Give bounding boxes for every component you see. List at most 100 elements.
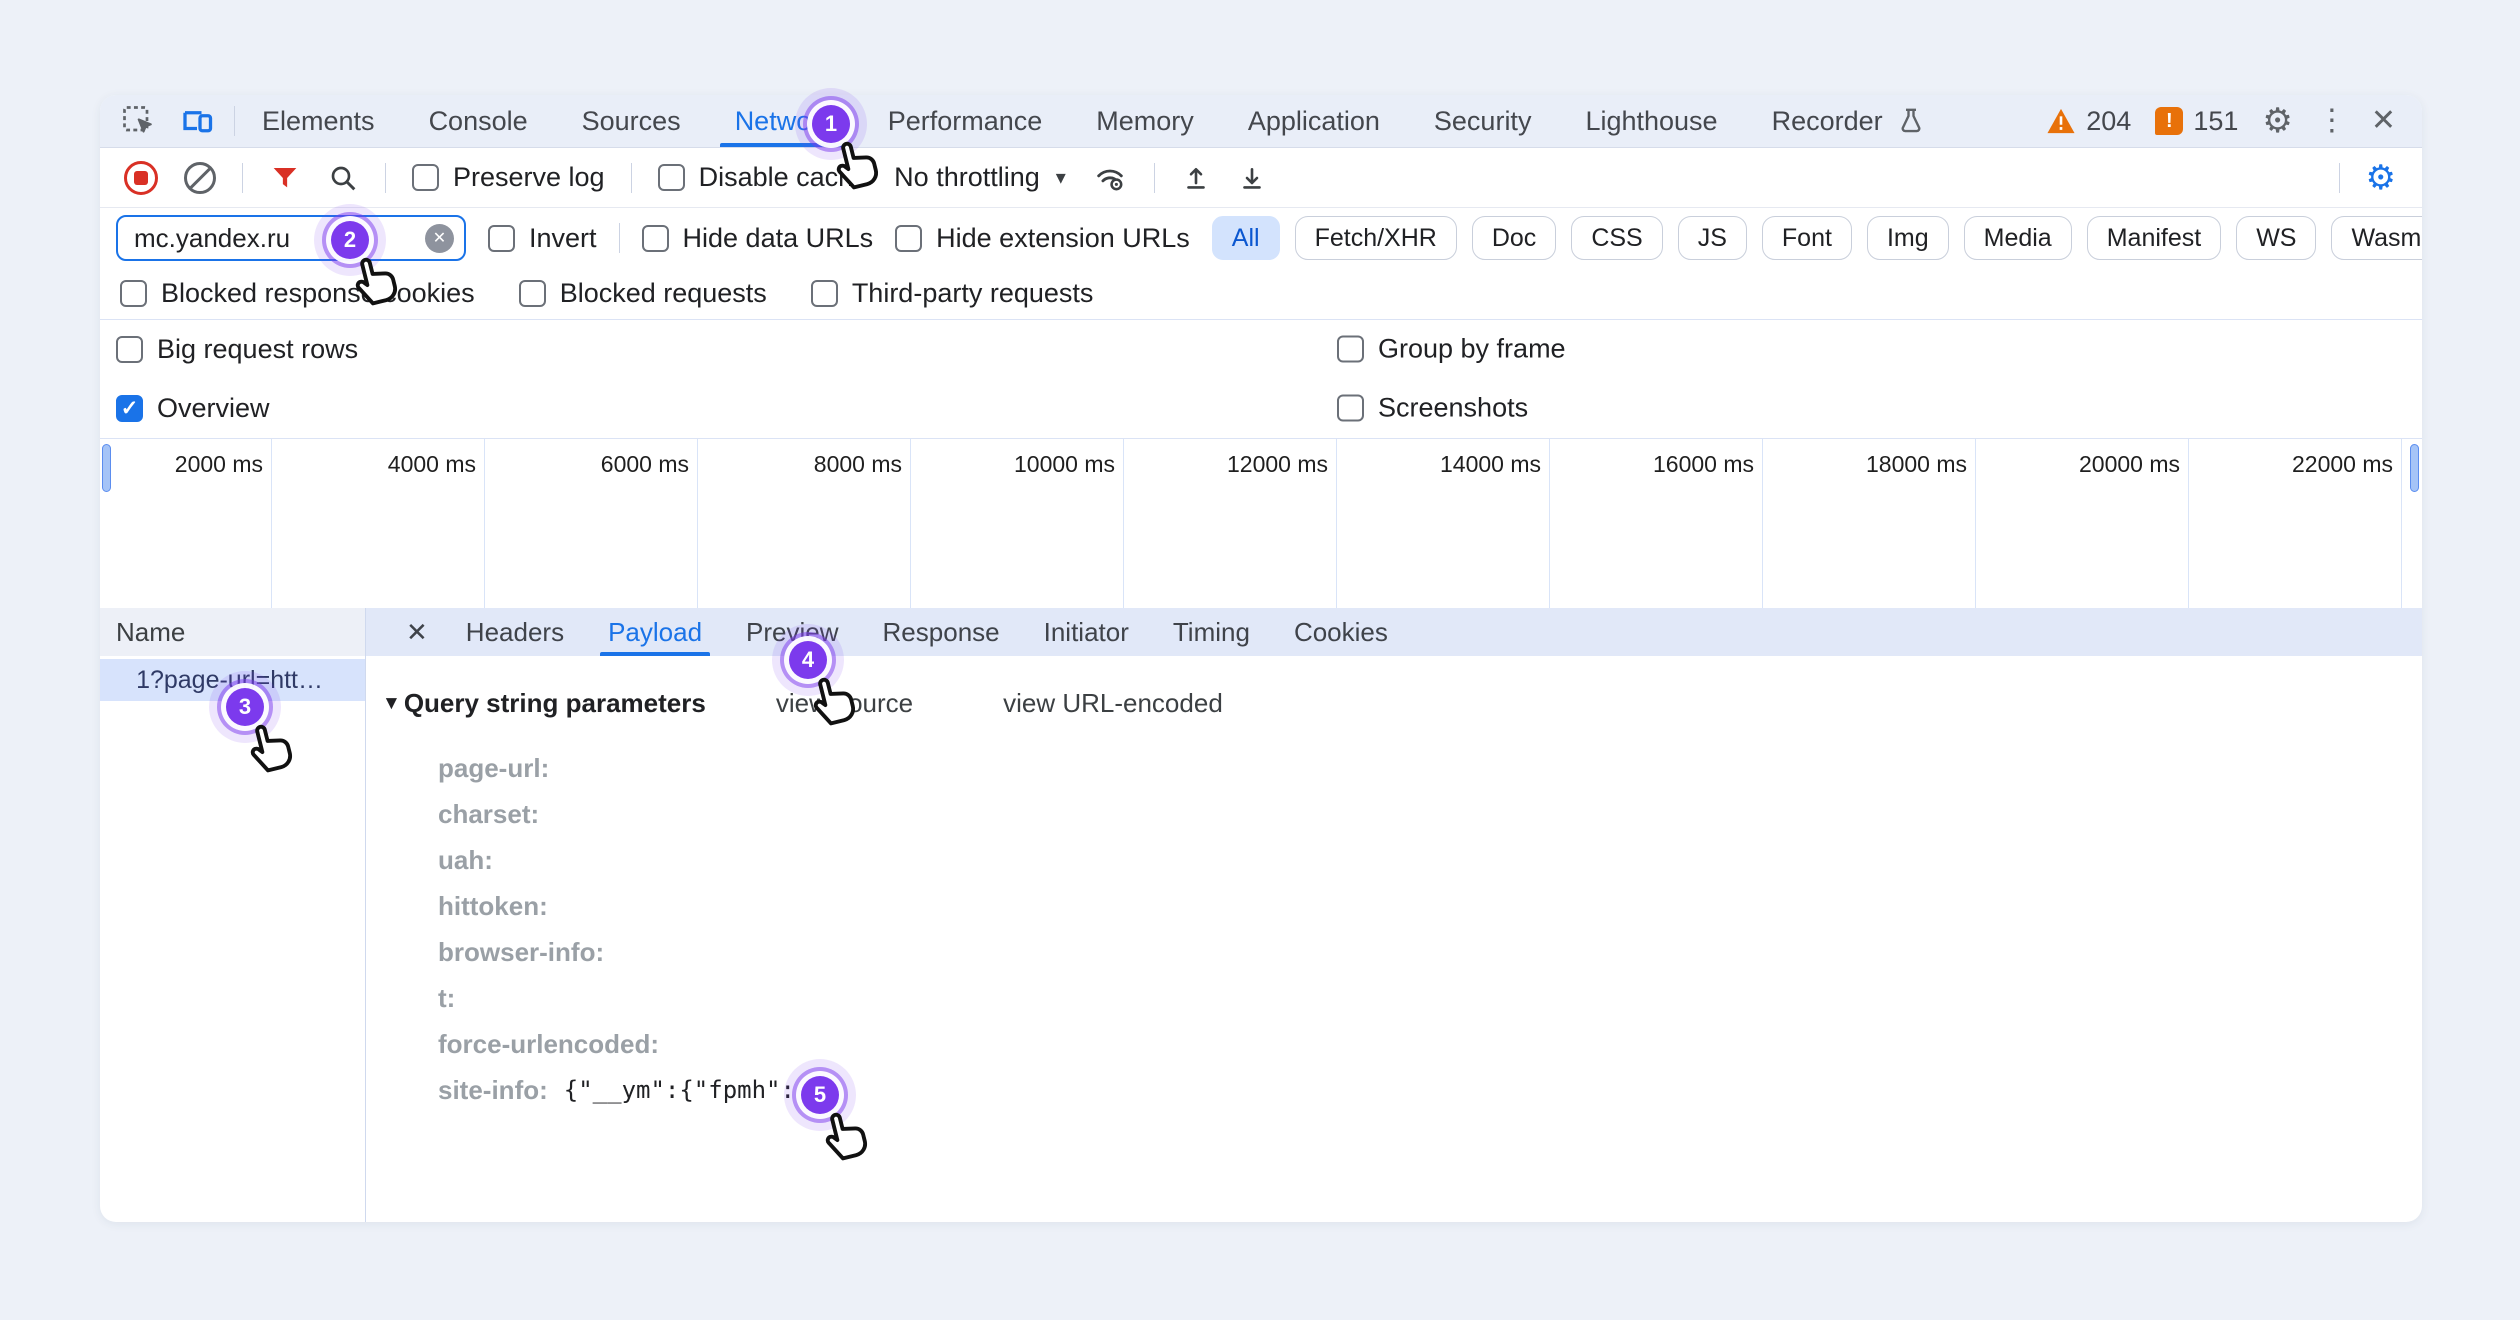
timeline-tick: 16000 ms <box>1550 439 1763 608</box>
view-url-encoded-link[interactable]: view URL-encoded <box>1003 688 1223 719</box>
close-devtools-icon[interactable]: ✕ <box>2371 106 2396 136</box>
network-settings-gear-icon[interactable]: ⚙ <box>2366 161 2396 195</box>
network-toolbar: Preserve log Disable cache No throttling… <box>100 148 2422 208</box>
preserve-log-checkbox[interactable]: Preserve log <box>412 162 605 193</box>
devtools-tab[interactable]: Elements <box>235 95 402 147</box>
resource-type-chip[interactable]: Font <box>1762 216 1852 260</box>
clear-network-log-icon[interactable] <box>184 162 216 194</box>
more-filters-row: Blocked response cookies Blocked request… <box>100 268 2422 320</box>
resource-type-chip[interactable]: Manifest <box>2087 216 2221 260</box>
clear-filter-icon[interactable]: ✕ <box>425 224 454 253</box>
param-name: uah: <box>438 845 493 876</box>
warning-icon <box>2046 107 2076 135</box>
settings-icon[interactable]: ⚙ <box>2262 104 2292 138</box>
issues-counter[interactable]: ! 151 <box>2155 106 2238 137</box>
request-list: 1?page-url=htt… <box>100 656 366 1222</box>
timeline-tick: 22000 ms <box>2189 439 2402 608</box>
timeline-tick: 8000 ms <box>698 439 911 608</box>
details-tab[interactable]: Headers <box>444 608 586 656</box>
timeline-tick: 18000 ms <box>1763 439 1976 608</box>
resource-type-chip[interactable]: WS <box>2236 216 2316 260</box>
param-name: t: <box>438 983 455 1014</box>
timeline-left-handle[interactable] <box>102 444 111 492</box>
search-icon[interactable] <box>327 162 359 194</box>
resource-type-chip[interactable]: Media <box>1964 216 2072 260</box>
console-warnings[interactable]: 204 <box>2046 106 2131 137</box>
hide-extension-urls-checkbox[interactable]: Hide extension URLs <box>895 223 1190 254</box>
request-details-tabbar: ✕ Headers Payload Preview Respon <box>366 608 2422 656</box>
devtools-tab[interactable]: Memory <box>1069 95 1221 147</box>
query-param-row: page-url: <box>382 745 2422 791</box>
record-network-log-button[interactable] <box>124 161 158 195</box>
screenshots-checkbox[interactable]: Screenshots <box>1337 393 1528 424</box>
resource-type-chip[interactable]: Doc <box>1472 216 1556 260</box>
network-conditions-icon[interactable] <box>1092 161 1128 195</box>
network-overview-timeline[interactable]: 2000 ms 4000 ms 6000 ms 8000 ms 10000 ms <box>100 438 2422 608</box>
devtools-tab[interactable]: Application <box>1221 95 1407 147</box>
timeline-tick: 12000 ms <box>1124 439 1337 608</box>
devtools-tab[interactable]: Recorder <box>1745 95 1910 147</box>
param-name: force-urlencoded: <box>438 1029 659 1060</box>
param-name: site-info: <box>438 1075 548 1106</box>
details-tab[interactable]: Timing <box>1151 608 1272 656</box>
query-param-row: t: <box>382 975 2422 1021</box>
details-tab[interactable]: Cookies <box>1272 608 1410 656</box>
query-param-row: force-urlencoded: <box>382 1021 2422 1067</box>
request-table-head: Name ✕ Headers Payload Preview <box>100 608 2422 656</box>
query-param-row: uah: <box>382 837 2422 883</box>
throttling-select[interactable]: No throttling ▾ <box>894 162 1066 193</box>
resource-type-chip[interactable]: Img <box>1867 216 1949 260</box>
request-table-body: 1?page-url=htt… ▼ Query string parameter… <box>100 656 2422 1222</box>
devtools-tab[interactable]: Console <box>402 95 555 147</box>
big-request-rows-checkbox[interactable]: Big request rows <box>116 334 358 365</box>
filter-checkbox[interactable]: Third-party requests <box>811 278 1094 309</box>
import-har-icon[interactable] <box>1181 162 1211 194</box>
timeline-tick: 4000 ms <box>272 439 485 608</box>
param-value: {"__ym":{"fpmh": <box>564 1076 810 1104</box>
resource-type-chip[interactable]: Wasm <box>2331 216 2422 260</box>
details-tab[interactable]: Payload <box>586 608 724 656</box>
devtools-tab[interactable]: Security <box>1407 95 1559 147</box>
warning-count: 204 <box>2086 106 2131 137</box>
resource-type-chip[interactable]: Fetch/XHR <box>1295 216 1457 260</box>
hide-data-urls-checkbox[interactable]: Hide data URLs <box>642 223 874 254</box>
filter-checkbox[interactable]: Blocked requests <box>519 278 767 309</box>
payload-pane: ▼ Query string parameters view source vi… <box>366 656 2422 1222</box>
devtools-tab[interactable]: Sources <box>555 95 708 147</box>
device-toolbar-icon[interactable] <box>178 103 216 139</box>
issues-icon: ! <box>2155 107 2183 135</box>
resource-type-chip[interactable]: All <box>1212 216 1280 260</box>
timeline-tick: 6000 ms <box>485 439 698 608</box>
param-name: charset: <box>438 799 539 830</box>
devtools-window: Elements Console Sources Network Perform… <box>100 95 2422 1222</box>
collapse-caret-icon[interactable]: ▼ <box>382 693 401 715</box>
query-string-parameters-title[interactable]: Query string parameters <box>404 688 706 719</box>
option-row-2: Overview Screenshots <box>100 378 2422 438</box>
more-options-icon[interactable]: ⋮ <box>2317 106 2347 136</box>
devtools-tab[interactable]: Performance <box>861 95 1070 147</box>
filter-funnel-icon[interactable] <box>269 162 301 194</box>
name-column-header[interactable]: Name <box>100 608 366 656</box>
timeline-tick: 14000 ms <box>1337 439 1550 608</box>
resource-type-chip[interactable]: JS <box>1678 216 1747 260</box>
filter-input[interactable]: ✕ <box>116 215 466 261</box>
query-param-row: hittoken: <box>382 883 2422 929</box>
resource-type-chip[interactable]: CSS <box>1571 216 1662 260</box>
query-param-row: browser-info: <box>382 929 2422 975</box>
group-by-frame-checkbox[interactable]: Group by frame <box>1337 334 1566 365</box>
issue-count: 151 <box>2193 106 2238 137</box>
export-har-icon[interactable] <box>1237 162 1267 194</box>
devtools-tab[interactable]: Lighthouse <box>1558 95 1744 147</box>
invert-checkbox[interactable]: Invert <box>488 223 597 254</box>
details-tab[interactable]: Initiator <box>1022 608 1151 656</box>
filter-checkbox[interactable]: Blocked response cookies <box>120 278 475 309</box>
overview-checkbox[interactable]: Overview <box>116 393 270 424</box>
close-details-icon[interactable]: ✕ <box>400 608 444 656</box>
timeline-tick: 10000 ms <box>911 439 1124 608</box>
query-param-row: charset: <box>382 791 2422 837</box>
inspect-element-icon[interactable] <box>120 103 156 139</box>
timeline-tick: 2000 ms <box>100 439 272 608</box>
timeline-right-handle[interactable] <box>2410 444 2419 492</box>
details-tab[interactable]: Response <box>861 608 1022 656</box>
network-filter-row: ✕ Invert Hide data URLs Hide extension U… <box>100 208 2422 268</box>
